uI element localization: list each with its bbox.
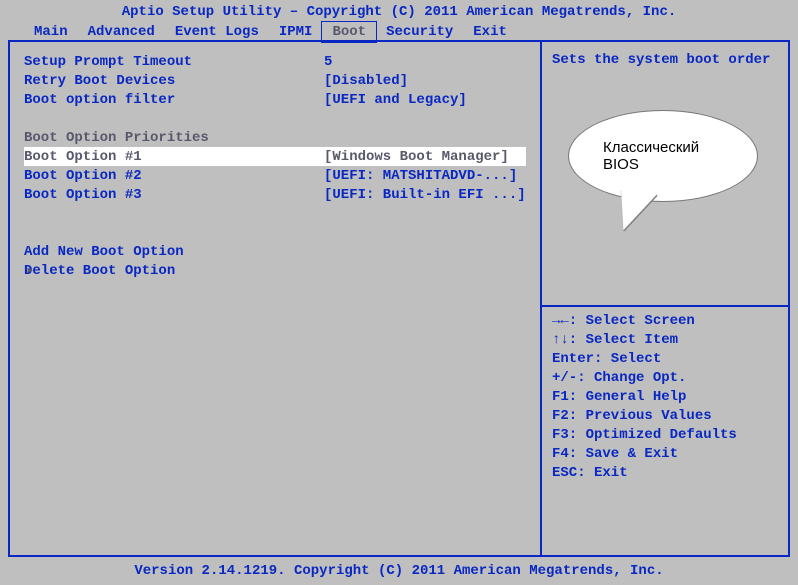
settings-panel: Setup Prompt Timeout 5 Retry Boot Device… bbox=[10, 42, 540, 555]
menu-advanced[interactable]: Advanced bbox=[78, 22, 165, 42]
setting-label: Setup Prompt Timeout bbox=[24, 54, 324, 70]
delete-boot-option[interactable]: ▸ Delete Boot Option bbox=[24, 261, 526, 280]
bios-footer: Version 2.14.1219. Copyright (C) 2011 Am… bbox=[0, 563, 798, 579]
cursor-indicator-icon: ▸ bbox=[26, 262, 34, 279]
content-frame: Setup Prompt Timeout 5 Retry Boot Device… bbox=[8, 40, 790, 557]
setting-value: [UEFI: Built-in EFI ...] bbox=[324, 187, 526, 203]
key-hint: ↑↓: Select Item bbox=[552, 332, 778, 351]
setting-boot-option-filter[interactable]: Boot option filter [UEFI and Legacy] bbox=[24, 90, 526, 109]
setting-value: [Windows Boot Manager] bbox=[324, 149, 526, 165]
setting-value: [UEFI: MATSHITADVD-...] bbox=[324, 168, 526, 184]
key-hint: +/-: Change Opt. bbox=[552, 370, 778, 389]
key-hint: F1: General Help bbox=[552, 389, 778, 408]
setting-value: [Disabled] bbox=[324, 73, 526, 89]
add-boot-option[interactable]: Add New Boot Option bbox=[24, 242, 526, 261]
boot-option-2[interactable]: Boot Option #2 [UEFI: MATSHITADVD-...] bbox=[24, 166, 526, 185]
bios-title: Aptio Setup Utility – Copyright (C) 2011… bbox=[0, 0, 798, 22]
key-hint: F3: Optimized Defaults bbox=[552, 427, 778, 446]
setting-value: 5 bbox=[324, 54, 526, 70]
setting-label: Boot Option #3 bbox=[24, 187, 324, 203]
help-divider bbox=[542, 305, 788, 307]
setting-setup-prompt-timeout[interactable]: Setup Prompt Timeout 5 bbox=[24, 52, 526, 71]
setting-label: Boot Option #2 bbox=[24, 168, 324, 184]
setting-label: Boot Option #1 bbox=[24, 149, 324, 165]
menu-exit[interactable]: Exit bbox=[463, 22, 517, 42]
setting-retry-boot-devices[interactable]: Retry Boot Devices [Disabled] bbox=[24, 71, 526, 90]
menu-boot[interactable]: Boot bbox=[322, 22, 376, 42]
key-hint: Enter: Select bbox=[552, 351, 778, 370]
menu-eventlogs[interactable]: Event Logs bbox=[165, 22, 269, 42]
boot-option-3[interactable]: Boot Option #3 [UEFI: Built-in EFI ...] bbox=[24, 185, 526, 204]
menu-security[interactable]: Security bbox=[376, 22, 463, 42]
help-text: Sets the system boot order bbox=[552, 52, 778, 71]
key-hint: F4: Save & Exit bbox=[552, 446, 778, 465]
key-hint: ESC: Exit bbox=[552, 465, 778, 484]
setting-value: [UEFI and Legacy] bbox=[324, 92, 526, 108]
setting-label: Boot option filter bbox=[24, 92, 324, 108]
boot-option-1[interactable]: Boot Option #1 [Windows Boot Manager] bbox=[24, 147, 526, 166]
boot-priorities-header: Boot Option Priorities bbox=[24, 128, 526, 147]
menubar: Main Advanced Event Logs IPMI Boot Secur… bbox=[0, 22, 798, 42]
menu-main[interactable]: Main bbox=[24, 22, 78, 42]
help-panel: Sets the system boot order →←: Select Sc… bbox=[540, 42, 788, 555]
key-hint: F2: Previous Values bbox=[552, 408, 778, 427]
key-hint: →←: Select Screen bbox=[552, 313, 778, 332]
setting-label: Retry Boot Devices bbox=[24, 73, 324, 89]
bios-screen: Aptio Setup Utility – Copyright (C) 2011… bbox=[0, 0, 798, 585]
menu-ipmi[interactable]: IPMI bbox=[269, 22, 323, 42]
